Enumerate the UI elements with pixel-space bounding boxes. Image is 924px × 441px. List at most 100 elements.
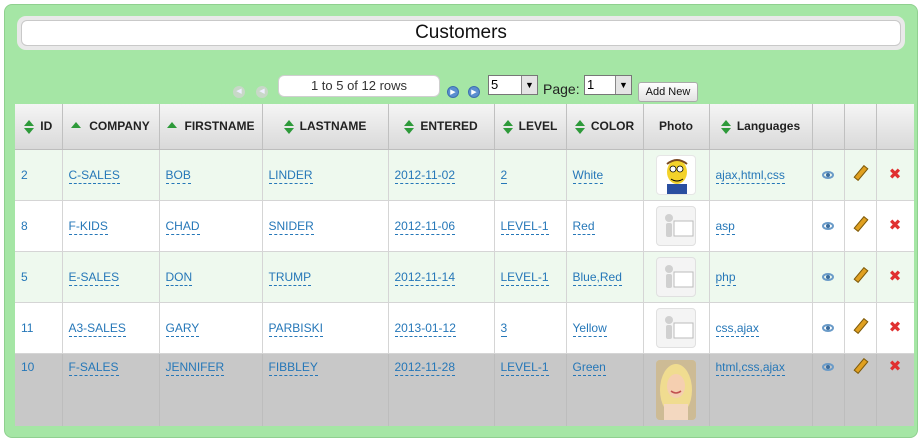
- cell-firstname[interactable]: CHAD: [159, 200, 263, 252]
- cell-lastname[interactable]: TRUMP: [262, 251, 389, 303]
- cell-photo: [643, 149, 710, 201]
- page-title: Customers: [21, 20, 901, 46]
- delete-icon: ✖: [888, 319, 902, 336]
- sort-icon: [502, 119, 513, 134]
- delete-button[interactable]: ✖: [876, 200, 914, 252]
- cell-entered[interactable]: 2012-11-02: [388, 149, 495, 201]
- cell-languages[interactable]: css,ajax: [709, 302, 813, 354]
- cell-lastname[interactable]: FIBBLEY: [262, 353, 389, 426]
- cell-languages[interactable]: html,css,ajax: [709, 353, 813, 426]
- view-button[interactable]: [812, 251, 845, 303]
- page-size-select[interactable]: 5 ▼: [488, 75, 538, 95]
- cell-firstname[interactable]: DON: [159, 251, 263, 303]
- cell-lastname[interactable]: PARBISKI: [262, 302, 389, 354]
- cell-entered[interactable]: 2012-11-14: [388, 251, 495, 303]
- avatar-placeholder: [656, 307, 696, 348]
- avatar: [656, 359, 696, 420]
- cell-id: 11: [15, 302, 63, 354]
- cell-firstname[interactable]: GARY: [159, 302, 263, 354]
- view-button[interactable]: [812, 302, 845, 354]
- data-grid: ID COMPANY FIRSTNAME LASTNAME ENTERED LE…: [15, 104, 914, 426]
- cell-id: 5: [15, 251, 63, 303]
- col-header-lastname[interactable]: LASTNAME: [262, 104, 389, 150]
- table-row[interactable]: 11 A3-SALES GARY PARBISKI 2013-01-12 3 Y…: [15, 302, 914, 354]
- view-button[interactable]: [812, 149, 845, 201]
- cell-photo: [643, 302, 710, 354]
- delete-button[interactable]: ✖: [876, 353, 914, 426]
- edit-button[interactable]: [844, 251, 877, 303]
- cell-level[interactable]: 3: [494, 302, 567, 354]
- col-header-entered[interactable]: ENTERED: [388, 104, 495, 150]
- cell-color[interactable]: White: [566, 149, 644, 201]
- cell-company[interactable]: C-SALES: [62, 149, 160, 201]
- cell-entered[interactable]: 2012-11-28: [388, 353, 495, 426]
- delete-icon: ✖: [888, 357, 902, 375]
- avatar: [656, 154, 696, 195]
- view-button[interactable]: [812, 200, 845, 252]
- cell-company[interactable]: A3-SALES: [62, 302, 160, 354]
- cell-languages[interactable]: asp: [709, 200, 813, 252]
- cell-level[interactable]: LEVEL-1: [494, 353, 567, 426]
- first-page-icon[interactable]: ◀: [233, 86, 245, 98]
- col-header-color[interactable]: COLOR: [566, 104, 644, 150]
- page-number-select[interactable]: 1 ▼: [584, 75, 632, 95]
- delete-button[interactable]: ✖: [876, 149, 914, 201]
- cell-entered[interactable]: 2013-01-12: [388, 302, 495, 354]
- cell-entered[interactable]: 2012-11-06: [388, 200, 495, 252]
- prev-page-icon[interactable]: ◀: [256, 86, 268, 98]
- edit-button[interactable]: [844, 302, 877, 354]
- edit-button[interactable]: [844, 149, 877, 201]
- cell-color[interactable]: Red: [566, 200, 644, 252]
- header-row: ID COMPANY FIRSTNAME LASTNAME ENTERED LE…: [15, 104, 914, 150]
- edit-button[interactable]: [844, 200, 877, 252]
- cell-firstname[interactable]: JENNIFER: [159, 353, 263, 426]
- col-header-company[interactable]: COMPANY: [62, 104, 160, 150]
- view-icon: [822, 221, 834, 230]
- col-header-firstname[interactable]: FIRSTNAME: [159, 104, 263, 150]
- cell-company[interactable]: E-SALES: [62, 251, 160, 303]
- cell-languages[interactable]: php: [709, 251, 813, 303]
- sort-icon: [404, 119, 415, 134]
- delete-icon: ✖: [888, 166, 902, 183]
- cell-lastname[interactable]: SNIDER: [262, 200, 389, 252]
- delete-button[interactable]: ✖: [876, 251, 914, 303]
- edit-icon: [852, 318, 868, 334]
- cell-level[interactable]: LEVEL-1: [494, 251, 567, 303]
- page-size-value: 5: [491, 77, 499, 92]
- cell-level[interactable]: LEVEL-1: [494, 200, 567, 252]
- edit-button[interactable]: [844, 353, 877, 426]
- next-page-icon[interactable]: ▶: [447, 86, 459, 98]
- view-button[interactable]: [812, 353, 845, 426]
- cell-lastname[interactable]: LINDER: [262, 149, 389, 201]
- col-header-languages[interactable]: Languages: [709, 104, 813, 150]
- table-row-selected[interactable]: 10 F-SALES JENNIFER FIBBLEY 2012-11-28 L…: [15, 353, 914, 426]
- cell-firstname[interactable]: BOB: [159, 149, 263, 201]
- cell-company[interactable]: F-SALES: [62, 353, 160, 426]
- title-bar: Customers: [17, 16, 905, 50]
- table-row[interactable]: 8 F-KIDS CHAD SNIDER 2012-11-06 LEVEL-1 …: [15, 200, 914, 252]
- cell-photo: [643, 251, 710, 303]
- cell-color[interactable]: Yellow: [566, 302, 644, 354]
- table-row[interactable]: 2 C-SALES BOB LINDER 2012-11-02 2 White: [15, 149, 914, 201]
- col-header-level[interactable]: LEVEL: [494, 104, 567, 150]
- avatar-placeholder: [656, 256, 696, 297]
- cell-color[interactable]: Green: [566, 353, 644, 426]
- delete-button[interactable]: ✖: [876, 302, 914, 354]
- cell-color[interactable]: Blue,Red: [566, 251, 644, 303]
- rows-info: 1 to 5 of 12 rows: [278, 75, 440, 97]
- cell-company[interactable]: F-KIDS: [62, 200, 160, 252]
- col-header-id[interactable]: ID: [15, 104, 63, 150]
- col-header-delete: [876, 104, 914, 150]
- pager: ◀ ◀ 1 to 5 of 12 rows ▶ ▶ 5 ▼ Page: 1 ▼ …: [5, 75, 917, 102]
- cell-languages[interactable]: ajax,html,css: [709, 149, 813, 201]
- cell-level[interactable]: 2: [494, 149, 567, 201]
- col-header-view: [812, 104, 845, 150]
- edit-icon: [852, 216, 868, 232]
- table-row[interactable]: 5 E-SALES DON TRUMP 2012-11-14 LEVEL-1 B…: [15, 251, 914, 303]
- chevron-down-icon: ▼: [615, 76, 631, 94]
- last-page-icon[interactable]: ▶: [468, 86, 480, 98]
- view-icon: [822, 362, 834, 371]
- cell-id: 8: [15, 200, 63, 252]
- add-new-button[interactable]: Add New: [638, 82, 698, 102]
- edit-icon: [852, 165, 868, 181]
